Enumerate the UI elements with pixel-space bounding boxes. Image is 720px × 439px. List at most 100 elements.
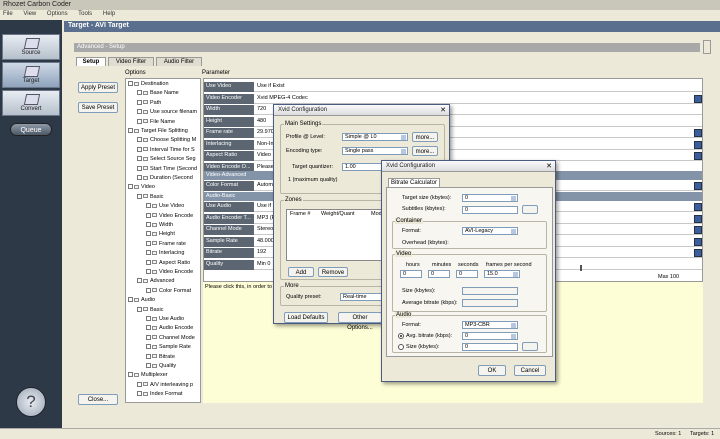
tree-item[interactable]: Video <box>128 183 155 191</box>
tab-video-filter[interactable]: Video Filter <box>108 57 154 66</box>
dropdown-icon[interactable] <box>694 152 702 160</box>
tree-checkbox[interactable] <box>146 287 151 293</box>
tree-checkbox[interactable] <box>137 175 142 181</box>
zones-list[interactable]: Frame # Weight/Quant Modifier <box>286 209 396 261</box>
seconds-input[interactable]: 0 <box>456 270 478 278</box>
tree-checkbox[interactable] <box>146 325 151 331</box>
tree-checkbox[interactable] <box>137 278 142 284</box>
dropdown-icon[interactable] <box>694 129 702 137</box>
tree-item[interactable]: Start Time (Second <box>137 165 197 173</box>
tab-setup[interactable]: Setup <box>76 57 106 66</box>
scroll-handle[interactable] <box>703 40 711 54</box>
dropdown-icon[interactable] <box>694 249 702 257</box>
tree-item[interactable]: File Name <box>137 118 175 126</box>
menu-file[interactable]: File <box>3 11 13 17</box>
remove-zone-button[interactable]: Remove <box>318 267 348 277</box>
tree-checkbox[interactable] <box>137 137 142 143</box>
avg-bitrate-input[interactable] <box>462 299 518 307</box>
menu-view[interactable]: View <box>23 11 36 17</box>
tree-item[interactable]: Basic <box>137 193 163 201</box>
tree-checkbox[interactable] <box>146 353 151 359</box>
minutes-input[interactable]: 0 <box>428 270 450 278</box>
tree-checkbox[interactable] <box>146 316 151 322</box>
target-button[interactable]: Target <box>2 62 60 88</box>
tree-checkbox[interactable] <box>137 90 142 96</box>
menu-help[interactable]: Help <box>103 11 115 17</box>
avg-bitrate-radio[interactable] <box>398 333 404 339</box>
tree-item[interactable]: Basic <box>137 306 163 314</box>
tree-item[interactable]: Index Format <box>137 390 182 398</box>
menu-options[interactable]: Options <box>47 11 68 17</box>
hours-input[interactable]: 0 <box>400 270 422 278</box>
video-size-input[interactable] <box>462 287 518 295</box>
tree-item[interactable]: Height <box>146 230 175 238</box>
tree-item[interactable]: Target File Splitting <box>128 127 188 135</box>
tree-item[interactable]: Audio <box>128 296 155 304</box>
tree-item[interactable]: Path <box>137 99 161 107</box>
quality-slider-thumb[interactable] <box>580 265 582 271</box>
ok-button[interactable]: OK <box>478 365 506 376</box>
audio-size-browse-button[interactable] <box>522 342 538 351</box>
param-row[interactable]: Use Video Use if Exist <box>204 82 702 92</box>
tree-checkbox[interactable] <box>128 372 133 378</box>
tree-checkbox[interactable] <box>146 212 151 218</box>
source-button[interactable]: Source <box>2 34 60 60</box>
tree-checkbox[interactable] <box>128 297 133 303</box>
tree-checkbox[interactable] <box>146 363 151 369</box>
tree-checkbox[interactable] <box>128 128 133 134</box>
tree-checkbox[interactable] <box>137 118 142 124</box>
tree-checkbox[interactable] <box>146 269 151 275</box>
tree-checkbox[interactable] <box>137 165 142 171</box>
tree-item[interactable]: Use Audio <box>146 315 184 323</box>
audio-format-select[interactable]: MP3-CBR <box>462 321 518 329</box>
tree-item[interactable]: A/V interleaving p <box>137 381 193 389</box>
other-options-button[interactable]: Other Options... <box>338 312 382 331</box>
tree-checkbox[interactable] <box>146 222 151 228</box>
tree-item[interactable]: Color Format <box>146 287 191 295</box>
tree-item[interactable]: Width <box>146 221 173 229</box>
container-format-select[interactable]: AVI-Legacy <box>462 227 518 235</box>
encoding-more-button[interactable]: more... <box>412 146 438 156</box>
tree-item[interactable]: Video Encode <box>146 268 193 276</box>
add-zone-button[interactable]: Add <box>288 267 314 277</box>
tree-item[interactable]: Aspect Ratio <box>146 259 190 267</box>
tree-item[interactable]: Destination <box>128 80 169 88</box>
convert-button[interactable]: Convert <box>2 90 60 116</box>
tab-audio-filter[interactable]: Audio Filter <box>156 57 202 66</box>
quantizer-input[interactable]: 1.00 <box>342 163 382 171</box>
tree-item[interactable]: Choose Splitting M <box>137 136 196 144</box>
tree-checkbox[interactable] <box>146 334 151 340</box>
param-row[interactable]: Video Encoder Xvid MPEG-4 Codec <box>204 93 702 104</box>
size-radio[interactable] <box>398 344 404 350</box>
tree-item[interactable]: Select Source Seg <box>137 155 196 163</box>
audio-bitrate-select[interactable]: 0 <box>462 332 518 340</box>
tree-checkbox[interactable] <box>146 250 151 256</box>
tree-item[interactable]: Use source filenam <box>137 108 197 116</box>
queue-button[interactable]: Queue <box>10 123 52 136</box>
dropdown-icon[interactable] <box>694 203 702 211</box>
close-icon[interactable]: ✕ <box>546 162 552 170</box>
tree-item[interactable]: Base Name <box>137 89 179 97</box>
tree-item[interactable]: Channel Mode <box>146 334 195 342</box>
apply-preset-button[interactable]: Apply Preset <box>78 82 118 93</box>
help-icon[interactable]: ? <box>16 387 46 417</box>
tree-checkbox[interactable] <box>137 146 142 152</box>
tree-item[interactable]: Sample Rate <box>146 343 191 351</box>
tree-item[interactable]: Audio Encode <box>146 324 193 332</box>
tab-bitrate-calculator[interactable]: Bitrate Calculator <box>388 178 440 187</box>
tree-checkbox[interactable] <box>137 109 142 115</box>
cancel-button[interactable]: Cancel <box>514 365 546 376</box>
tree-checkbox[interactable] <box>128 184 133 190</box>
tree-item[interactable]: Interval Time for S <box>137 146 195 154</box>
encoding-type-select[interactable]: Single pass <box>342 147 408 155</box>
close-icon[interactable]: ✕ <box>440 106 446 114</box>
dropdown-icon[interactable] <box>694 237 702 246</box>
tree-item[interactable]: Quality <box>146 362 176 370</box>
tree-checkbox[interactable] <box>146 203 151 209</box>
tree-item[interactable]: Frame rate <box>146 240 186 248</box>
audio-size-input[interactable]: 0 <box>462 343 518 351</box>
profile-more-button[interactable]: more... <box>412 132 438 142</box>
subtitles-input[interactable]: 0 <box>462 206 518 214</box>
dropdown-icon[interactable] <box>694 94 702 103</box>
dropdown-icon[interactable] <box>694 140 702 149</box>
